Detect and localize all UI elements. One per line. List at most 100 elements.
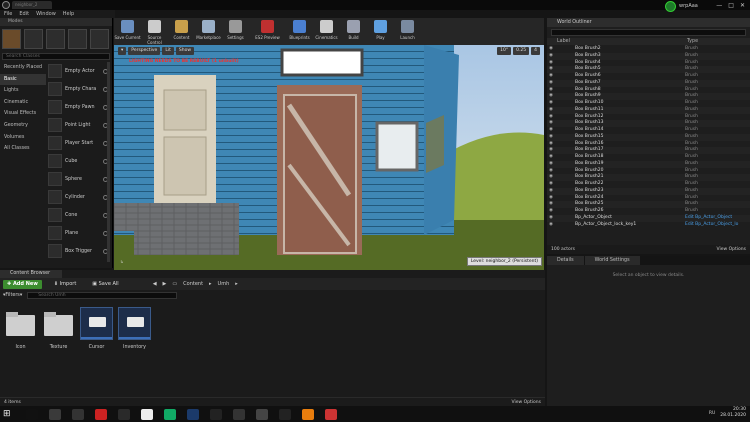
visibility-icon[interactable]: ◉ xyxy=(547,195,555,202)
toolbar-button[interactable]: Save Current xyxy=(114,20,141,45)
outliner-row[interactable]: ◉ Box Brush7 Brush xyxy=(547,79,750,87)
outliner-row[interactable]: ◉ Box Brush22 Brush xyxy=(547,181,750,188)
chrome-icon[interactable] xyxy=(325,408,337,420)
visibility-icon[interactable]: ◉ xyxy=(547,188,555,195)
outliner-row[interactable]: ◉ Box Brush17 Brush xyxy=(547,147,750,154)
content-browser-title[interactable]: Content Browser xyxy=(0,270,62,278)
outliner-row[interactable]: ◉ Box Brush3 Brush xyxy=(547,52,750,60)
perspective-button[interactable]: Perspective xyxy=(128,47,161,55)
class-item[interactable]: Cylinder xyxy=(46,188,108,206)
class-item[interactable]: Sphere xyxy=(46,170,108,188)
app-icon[interactable] xyxy=(141,408,153,420)
outliner-row[interactable]: ◉ Bp_Actor_Object Edit Bp_Actor_Object xyxy=(547,214,750,222)
place-mode-icon[interactable] xyxy=(2,29,21,49)
visibility-icon[interactable]: ◉ xyxy=(547,87,555,94)
path-umh[interactable]: Umh xyxy=(218,281,230,287)
class-item[interactable]: Empty Actor xyxy=(46,62,108,80)
outliner-view-options[interactable]: View Options xyxy=(717,245,746,254)
visibility-icon[interactable]: ◉ xyxy=(547,141,555,148)
visibility-icon[interactable]: ◉ xyxy=(547,154,555,161)
geometry-mode-icon[interactable] xyxy=(90,29,109,49)
column-label[interactable]: Label xyxy=(547,38,687,45)
outliner-row[interactable]: ◉ Box Brush9 Brush xyxy=(547,93,750,100)
class-list-scrollbar[interactable] xyxy=(107,62,110,262)
forward-icon[interactable]: ▶ xyxy=(163,281,167,287)
app-icon[interactable] xyxy=(95,408,107,420)
menu-window[interactable]: Window xyxy=(36,11,56,17)
outliner-row[interactable]: ◉ Box Brush23 Brush xyxy=(547,187,750,195)
show-button[interactable]: Show xyxy=(175,47,195,55)
menu-edit[interactable]: Edit xyxy=(19,11,29,17)
toolbar-button[interactable]: Content xyxy=(168,20,195,45)
level-tab[interactable]: neighbor_2 xyxy=(12,1,52,9)
category-item[interactable]: Visual Effects xyxy=(0,108,46,120)
class-item[interactable]: Cone xyxy=(46,206,108,224)
class-item[interactable]: Plane xyxy=(46,224,108,242)
visibility-icon[interactable]: ◉ xyxy=(547,215,555,222)
level-viewport[interactable]: ▾ Perspective Lit Show 10° 0.25 4 LIGHTI… xyxy=(114,45,544,270)
category-item[interactable]: Recently Placed xyxy=(0,62,46,74)
maximize-icon[interactable]: □ xyxy=(728,2,734,9)
class-item[interactable]: Empty Chara xyxy=(46,80,108,98)
asset-search-input[interactable]: Search Umh xyxy=(27,291,178,299)
visibility-icon[interactable]: ◉ xyxy=(547,208,555,215)
toolbar-button[interactable]: Launch xyxy=(394,20,421,45)
app-icon[interactable] xyxy=(233,408,245,420)
outliner-row[interactable]: ◉ Box Brush2 Brush xyxy=(547,46,750,53)
outliner-row[interactable]: ◉ Box Brush14 Brush xyxy=(547,127,750,134)
visibility-icon[interactable]: ◉ xyxy=(547,114,555,121)
outliner-row[interactable]: ◉ Box Brush25 Brush xyxy=(547,201,750,208)
app-icon[interactable] xyxy=(279,408,291,420)
windows-icon[interactable]: ⊞ xyxy=(3,409,15,420)
menu-help[interactable]: Help xyxy=(63,11,74,17)
cb-view-options[interactable]: View Options xyxy=(512,398,541,406)
epic-games-icon[interactable] xyxy=(210,408,222,420)
category-item[interactable]: Geometry xyxy=(0,120,46,132)
toolbar-button[interactable]: Settings xyxy=(222,20,249,45)
foliage-mode-icon[interactable] xyxy=(68,29,87,49)
toolbar-button[interactable]: Play xyxy=(367,20,394,45)
category-item[interactable]: Cinematic xyxy=(0,97,46,109)
class-item[interactable]: Point Light xyxy=(46,116,108,134)
visibility-icon[interactable]: ◉ xyxy=(547,127,555,134)
visibility-icon[interactable]: ◉ xyxy=(547,46,555,53)
filters-button[interactable]: ▾Filters▾ xyxy=(3,293,22,298)
class-item[interactable]: Box Trigger xyxy=(46,242,108,260)
toolbar-button[interactable]: Blueprints xyxy=(286,20,313,45)
epic-icon[interactable] xyxy=(72,408,84,420)
class-item[interactable]: Player Start xyxy=(46,134,108,152)
visibility-icon[interactable]: ◉ xyxy=(547,93,555,100)
category-item[interactable]: Lights xyxy=(0,85,46,97)
outliner-row[interactable]: ◉ Box Brush21 Brush xyxy=(547,174,750,181)
landscape-mode-icon[interactable] xyxy=(46,29,65,49)
clock[interactable]: 20:30 28.01.2020 xyxy=(720,407,746,419)
visibility-icon[interactable]: ◉ xyxy=(547,181,555,188)
save-all-button[interactable]: ▣ Save All xyxy=(88,280,122,289)
app-icon[interactable] xyxy=(164,408,176,420)
class-search-input[interactable]: Search Classes xyxy=(2,53,110,60)
tab-world-settings[interactable]: World Settings xyxy=(584,256,640,265)
class-item[interactable]: Cube xyxy=(46,152,108,170)
outliner-search-input[interactable] xyxy=(551,29,746,36)
outliner-row[interactable]: ◉ Box Brush13 Brush xyxy=(547,120,750,127)
back-icon[interactable]: ◀ xyxy=(153,281,157,287)
steam-icon[interactable] xyxy=(49,408,61,420)
app-icon[interactable] xyxy=(118,408,130,420)
path-content[interactable]: Content xyxy=(183,281,203,287)
visibility-icon[interactable]: ◉ xyxy=(547,120,555,127)
menu-file[interactable]: File xyxy=(4,11,12,17)
import-button[interactable]: ⬇ Import xyxy=(50,280,80,289)
outliner-row[interactable]: ◉ Box Brush15 Brush xyxy=(547,133,750,141)
paint-mode-icon[interactable] xyxy=(24,29,43,49)
category-item[interactable]: Volumes xyxy=(0,132,46,144)
visibility-icon[interactable]: ◉ xyxy=(547,161,555,168)
outliner-row[interactable]: ◉ Box Brush5 Brush xyxy=(547,66,750,73)
category-item[interactable]: Basic xyxy=(0,73,46,86)
language-indicator[interactable]: RU xyxy=(709,411,715,416)
outliner-row[interactable]: ◉ Box Brush19 Brush xyxy=(547,160,750,168)
photoshop-icon[interactable] xyxy=(187,408,199,420)
visibility-icon[interactable]: ◉ xyxy=(547,107,555,114)
user-chip[interactable]: wrpAaa xyxy=(665,0,713,12)
scale-snap-value[interactable]: 0.25 xyxy=(513,47,530,55)
tab-details[interactable]: Details xyxy=(547,256,584,265)
